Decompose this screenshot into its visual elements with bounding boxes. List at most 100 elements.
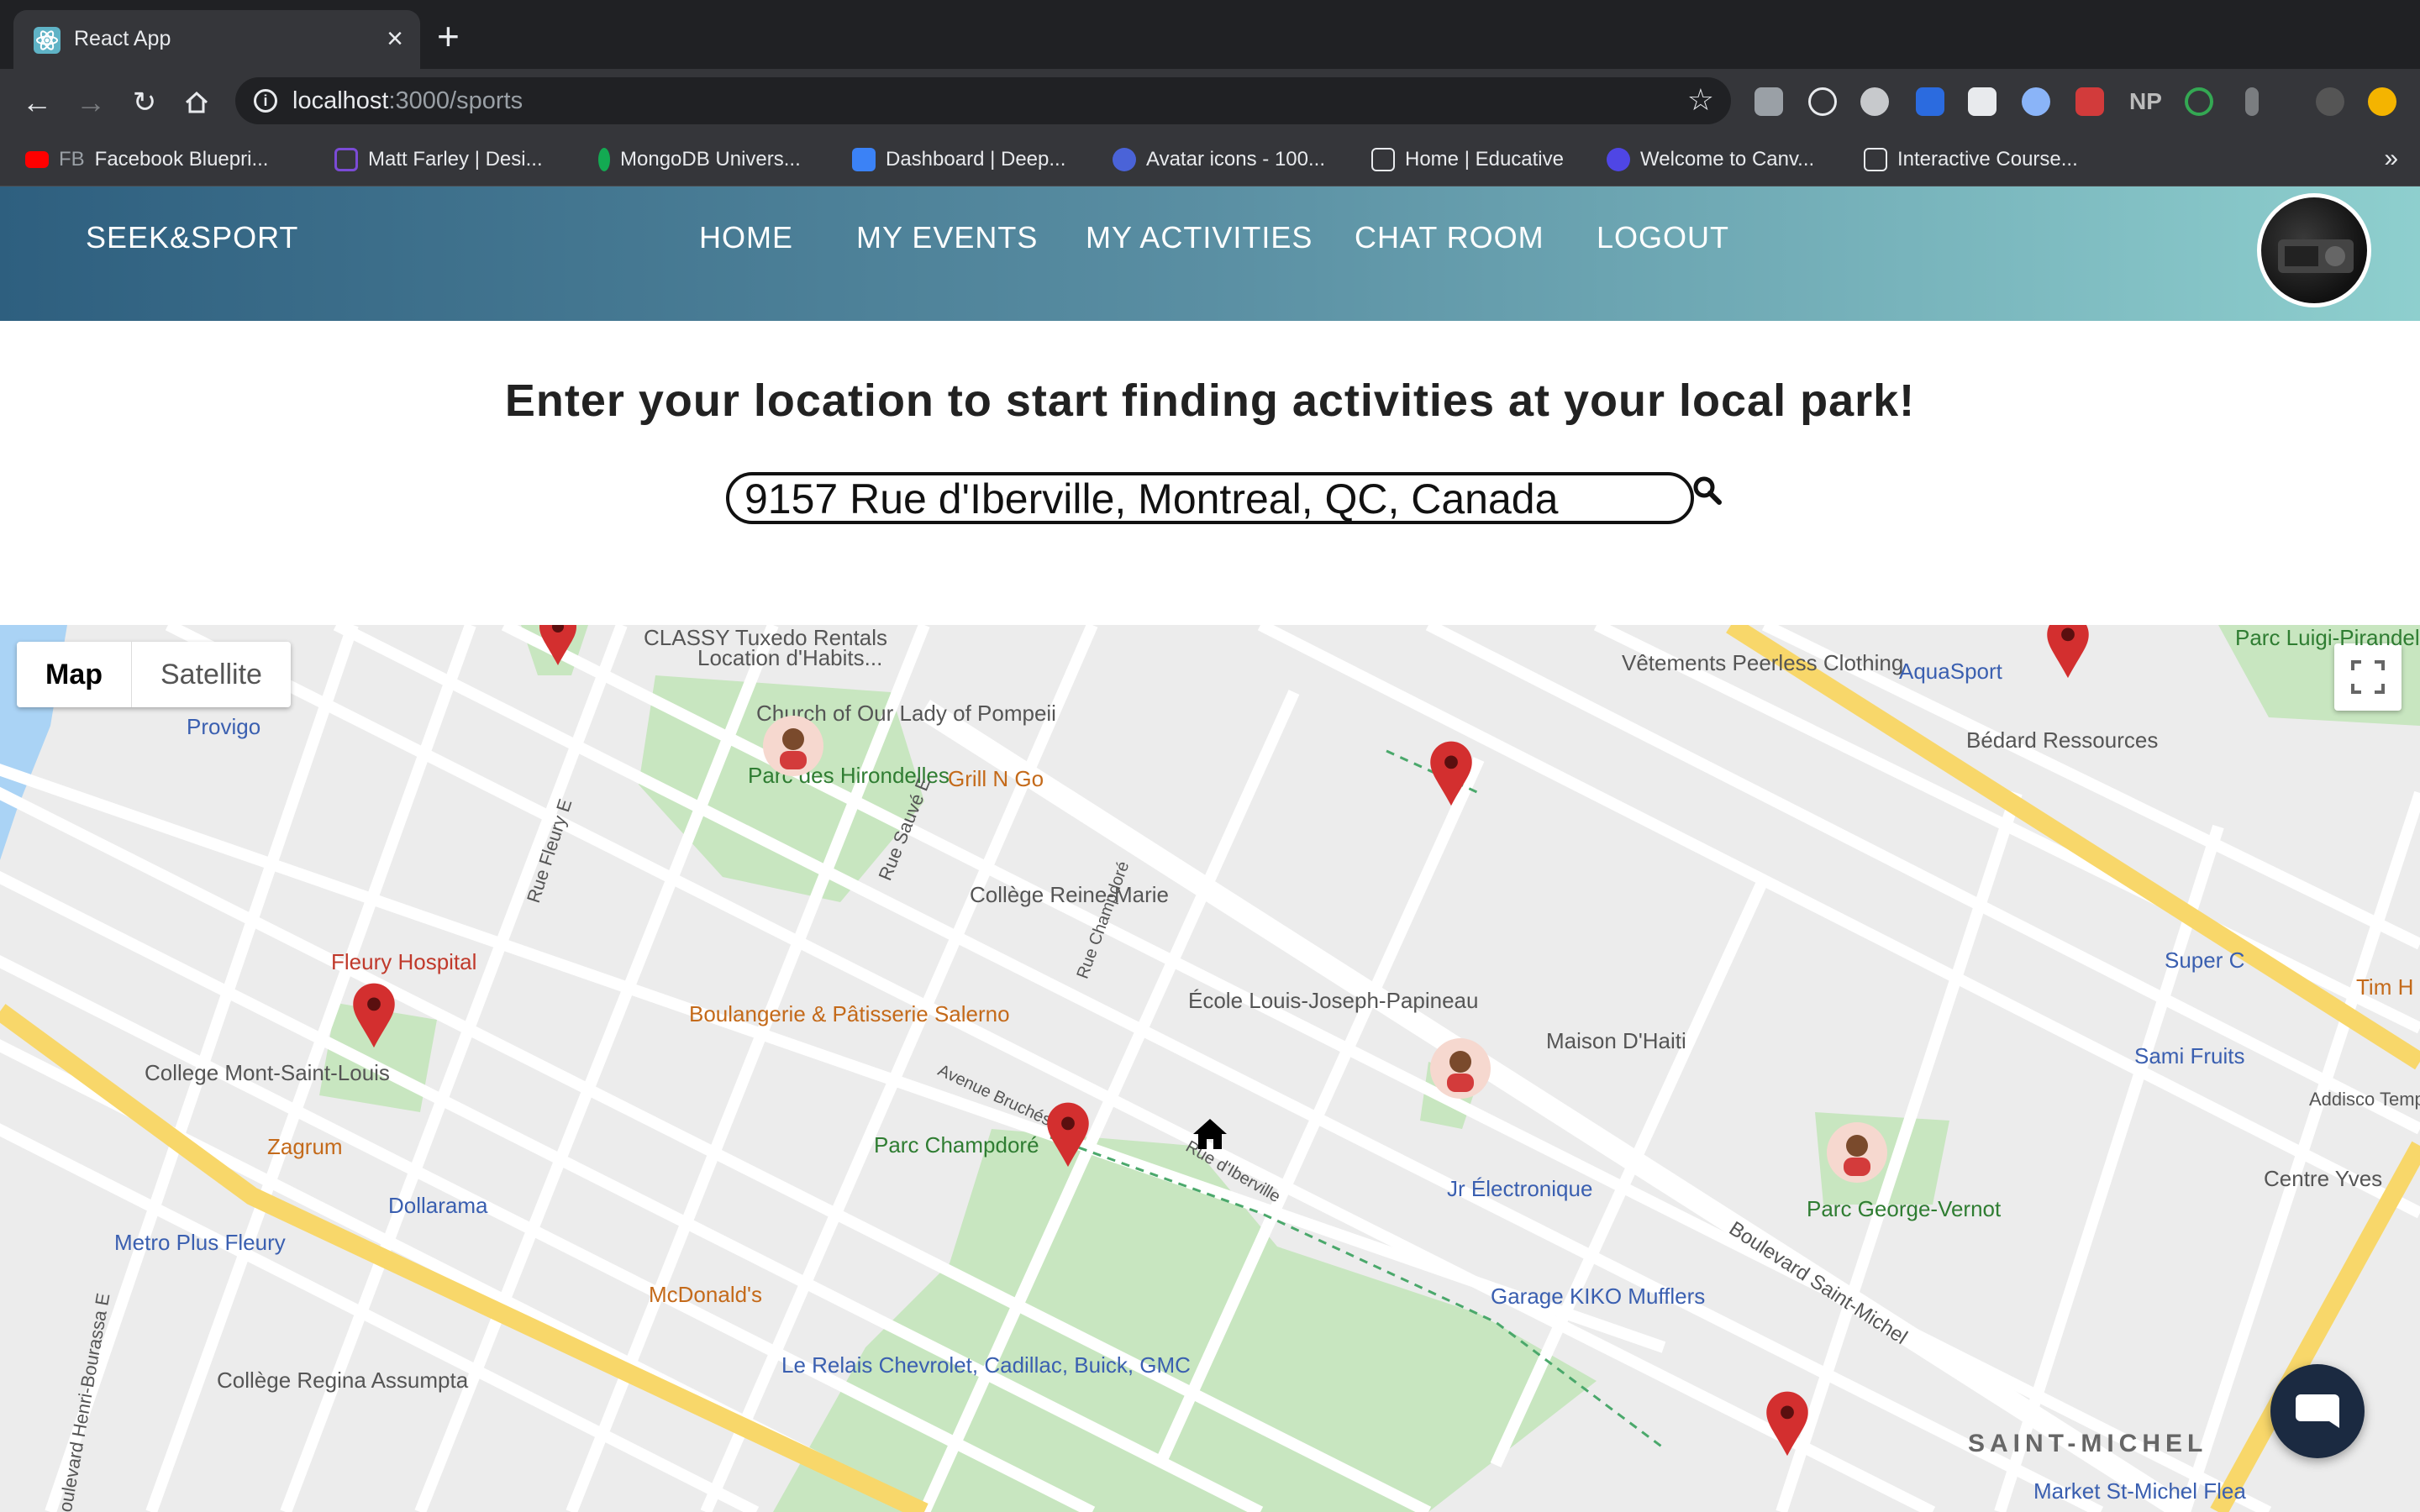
react-icon bbox=[34, 27, 60, 54]
map-label-poi: Bédard Ressources bbox=[1966, 727, 2159, 753]
event-pin-marker[interactable] bbox=[1428, 741, 1474, 808]
nav-my-events[interactable]: MY EVENTS bbox=[856, 220, 1038, 255]
user-avatar[interactable] bbox=[2257, 193, 2371, 307]
map-type-satellite[interactable]: Satellite bbox=[132, 642, 291, 707]
extension-icon[interactable] bbox=[1916, 87, 1944, 116]
map-label-food: Grill N Go bbox=[948, 766, 1044, 791]
extension-icon[interactable] bbox=[2022, 87, 2050, 116]
more-bookmarks-icon[interactable]: » bbox=[2384, 144, 2398, 173]
deep-icon bbox=[852, 148, 876, 171]
bookmark-star-icon[interactable]: ☆ bbox=[1687, 82, 1714, 118]
np-extension-icon[interactable]: NP bbox=[2129, 87, 2162, 116]
map-type-map[interactable]: Map bbox=[17, 642, 132, 707]
extension-icon[interactable] bbox=[2245, 87, 2259, 116]
map-label-district: SAINT-MICHEL bbox=[1968, 1430, 2208, 1457]
google-map[interactable]: Map Satellite Parc des Hirondelles Parc … bbox=[0, 625, 2420, 1512]
browser-tab[interactable]: React App × bbox=[13, 10, 420, 69]
app-navbar: SEEK&SPORT HOME MY EVENTS MY ACTIVITIES … bbox=[0, 186, 2420, 321]
extension-icon[interactable] bbox=[2185, 87, 2213, 116]
map-label-shop: Sami Fruits bbox=[2134, 1043, 2245, 1068]
extension-icon[interactable] bbox=[1754, 87, 1783, 116]
map-label-shop: Provigo bbox=[187, 714, 261, 739]
map-label-food: Zagrum bbox=[267, 1134, 343, 1159]
player-avatar-marker[interactable] bbox=[1825, 1121, 1889, 1184]
map-label-road: Centre Yves bbox=[2264, 1166, 2383, 1191]
map-label-poi: Vêtements Peerless Clothing bbox=[1622, 650, 1904, 675]
map-label-shop: Super C bbox=[2165, 948, 2245, 973]
home-location-icon[interactable] bbox=[1192, 1117, 1228, 1151]
map-label-shop: Dollarama bbox=[388, 1193, 488, 1218]
tab-title: React App bbox=[74, 27, 171, 50]
event-pin-marker[interactable] bbox=[1765, 1391, 1810, 1458]
url-text: localhost:3000/sports bbox=[292, 87, 523, 114]
chat-button[interactable] bbox=[2270, 1364, 2365, 1458]
new-tab-icon[interactable]: + bbox=[437, 17, 460, 55]
bookmark-item[interactable]: MongoDB Univers... bbox=[598, 144, 801, 175]
nav-my-activities[interactable]: MY ACTIVITIES bbox=[1086, 220, 1313, 255]
map-label-park: Parc Luigi-Pirandello bbox=[2235, 625, 2420, 650]
extension-icon[interactable] bbox=[1860, 87, 1889, 116]
bookmark-item[interactable]: Interactive Course... bbox=[1864, 144, 2078, 175]
event-pin-marker[interactable] bbox=[2045, 625, 2091, 680]
nav-home[interactable]: HOME bbox=[699, 220, 793, 255]
event-pin-marker[interactable] bbox=[351, 983, 397, 1050]
map-label-park: Parc George-Vernot bbox=[1807, 1196, 2002, 1221]
youtube-icon bbox=[25, 151, 49, 168]
forward-icon[interactable]: → bbox=[74, 86, 108, 119]
extension-icon[interactable] bbox=[1808, 87, 1837, 116]
map-label-poi: College Mont-Saint-Louis bbox=[145, 1060, 390, 1085]
map-label-poi: Collège Regina Assumpta bbox=[217, 1368, 469, 1393]
back-icon[interactable]: ← bbox=[20, 86, 54, 119]
page-prompt: Enter your location to start finding act… bbox=[504, 375, 1916, 426]
leaf-icon bbox=[598, 148, 610, 171]
profile-icon[interactable] bbox=[2368, 87, 2396, 116]
extension-icon[interactable] bbox=[2075, 87, 2104, 116]
close-tab-icon[interactable]: × bbox=[387, 22, 403, 55]
search-icon[interactable] bbox=[1692, 475, 1723, 506]
bookmark-item[interactable]: Avatar icons - 100... bbox=[1113, 144, 1325, 175]
bookmark-item[interactable]: FB Facebook Bluepri... bbox=[25, 144, 268, 175]
map-label-park: Parc Champdoré bbox=[874, 1132, 1039, 1158]
chart-icon bbox=[334, 148, 358, 171]
reload-icon[interactable]: ↻ bbox=[128, 86, 161, 119]
map-label-hospital: Fleury Hospital bbox=[331, 949, 477, 974]
fullscreen-button[interactable] bbox=[2334, 643, 2402, 711]
bookmarks-bar: FB Facebook Bluepri... Matt Farley | Des… bbox=[0, 133, 2420, 186]
map-label-food: Boulangerie & Pâtisserie Salerno bbox=[689, 1001, 1010, 1026]
nav-logout[interactable]: LOGOUT bbox=[1597, 220, 1729, 255]
player-avatar-marker[interactable] bbox=[1428, 1037, 1492, 1100]
map-label-shop: Metro Plus Fleury bbox=[114, 1230, 286, 1255]
browser-toolbar: ← → ↻ i localhost:3000/sports ☆ NP bbox=[0, 69, 2420, 133]
map-label-road: Addisco Tempora bbox=[2309, 1089, 2420, 1110]
bookmark-item[interactable]: Home | Educative bbox=[1371, 144, 1564, 175]
chat-bubble-icon bbox=[2296, 1394, 2339, 1428]
location-input[interactable] bbox=[744, 477, 1669, 521]
map-label-poi: Collège Reine-Marie bbox=[970, 882, 1169, 907]
bookmark-item[interactable]: Welcome to Canv... bbox=[1607, 144, 1814, 175]
home-icon[interactable] bbox=[180, 86, 213, 119]
extension-icon[interactable] bbox=[1968, 87, 1996, 116]
address-bar[interactable]: i localhost:3000/sports ☆ bbox=[235, 77, 1731, 124]
map-label-food: McDonald's bbox=[649, 1282, 763, 1307]
page-icon bbox=[1371, 148, 1395, 171]
map-label-poi: Location d'Habits... bbox=[697, 645, 883, 670]
player-avatar-marker[interactable] bbox=[761, 714, 825, 778]
event-pin-marker[interactable] bbox=[1045, 1102, 1091, 1169]
nav-chat-room[interactable]: CHAT ROOM bbox=[1355, 220, 1544, 255]
avatar-photo bbox=[2278, 239, 2354, 273]
bookmark-item[interactable]: Matt Farley | Desi... bbox=[334, 144, 543, 175]
bookmark-item[interactable]: Dashboard | Deep... bbox=[852, 144, 1065, 175]
map-type-control: Map Satellite bbox=[17, 642, 291, 707]
hex-icon bbox=[1113, 148, 1136, 171]
fullscreen-icon bbox=[2351, 660, 2385, 694]
event-pin-marker[interactable] bbox=[538, 625, 578, 667]
map-label-shop: AquaSport bbox=[1899, 659, 2002, 684]
map-label-poi: École Louis-Joseph-Papineau bbox=[1188, 988, 1479, 1013]
extension-icon[interactable] bbox=[2316, 87, 2344, 116]
map-label-shop: Market St-Michel Flea bbox=[2033, 1478, 2246, 1504]
info-icon[interactable]: i bbox=[254, 89, 277, 113]
brand-logo[interactable]: SEEK&SPORT bbox=[86, 220, 298, 255]
page-icon bbox=[1864, 148, 1887, 171]
location-search-box[interactable] bbox=[726, 472, 1694, 524]
map-label-shop: Garage KIKO Mufflers bbox=[1491, 1284, 1706, 1309]
